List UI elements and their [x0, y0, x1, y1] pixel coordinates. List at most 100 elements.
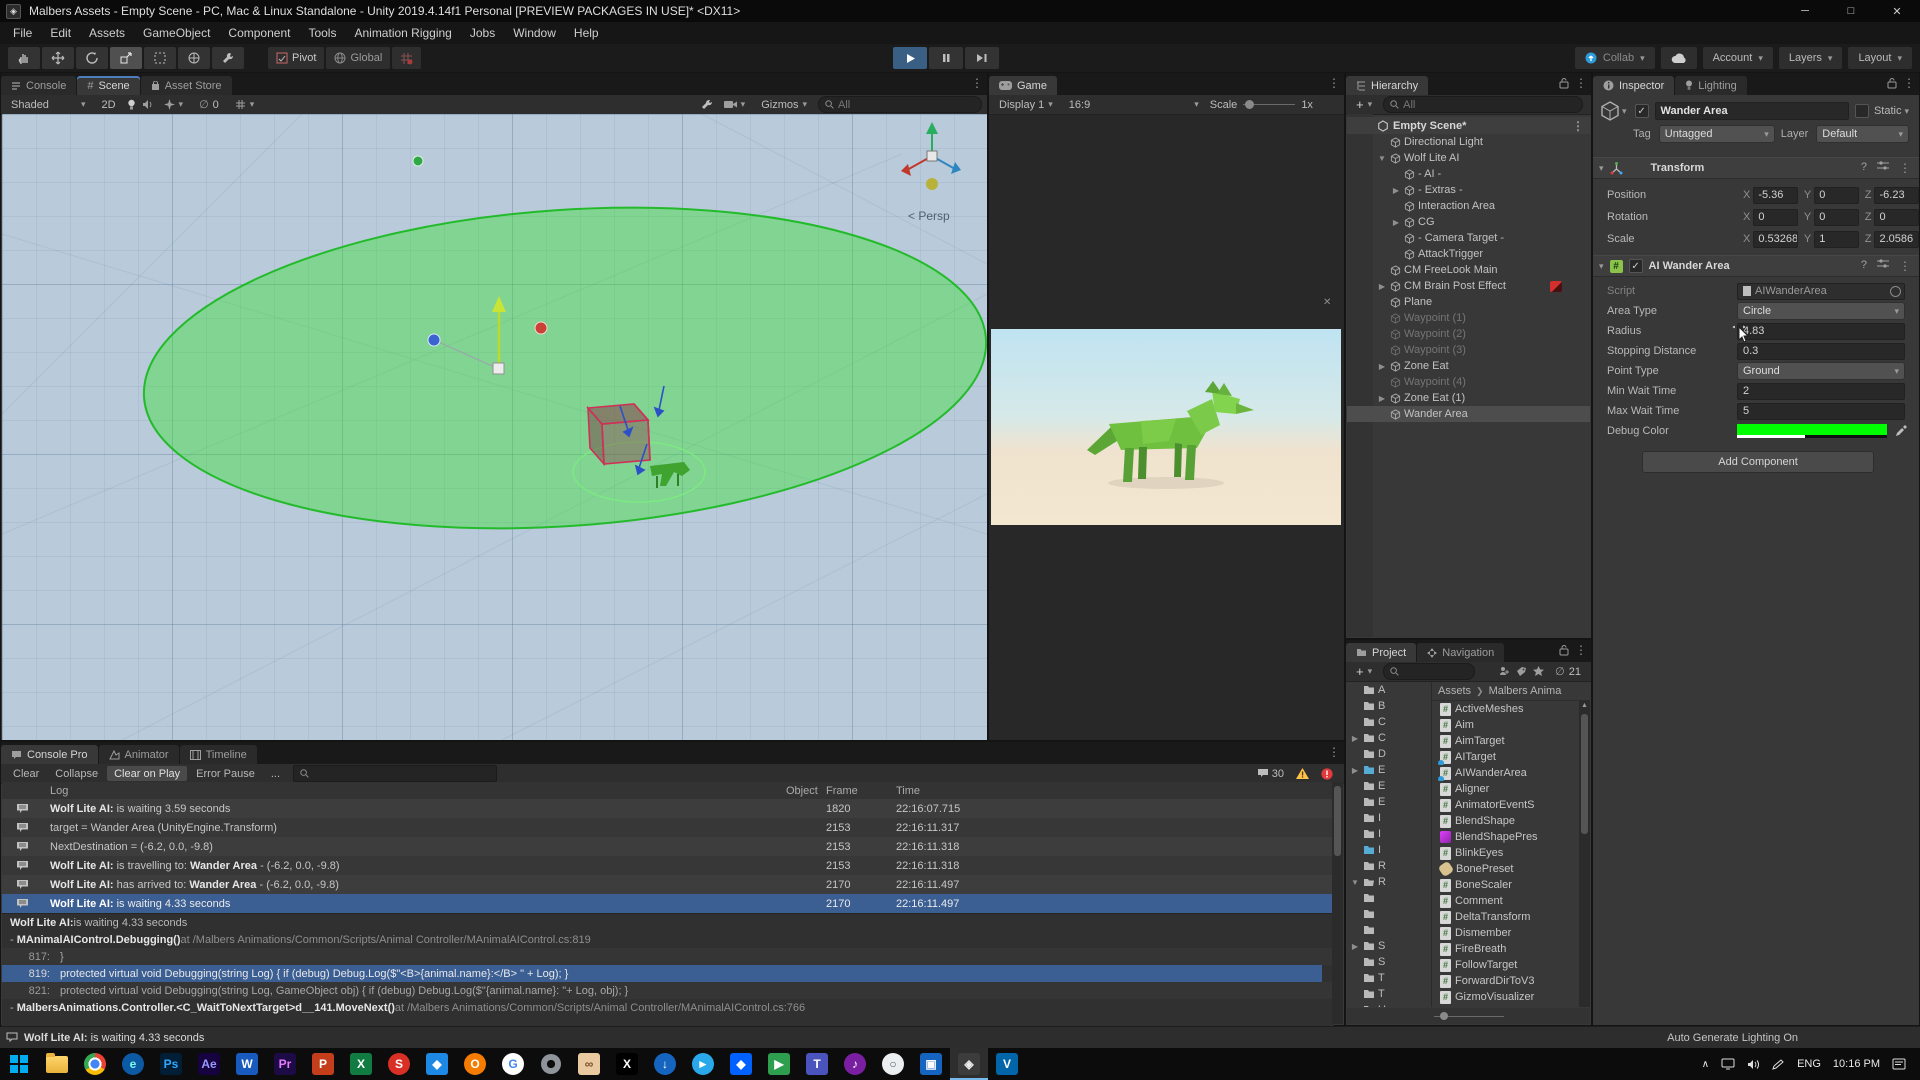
code-line[interactable]: 819:protected virtual void Debugging(str…: [2, 965, 1322, 982]
help-icon[interactable]: ?: [1861, 259, 1867, 273]
component-kebab-icon[interactable]: ⋮: [1899, 259, 1911, 273]
statusbar[interactable]: Wolf Lite AI: is waiting 4.33 seconds Au…: [0, 1026, 1920, 1048]
menu-help[interactable]: Help: [565, 22, 608, 44]
project-create-button[interactable]: +▾: [1351, 664, 1377, 680]
stack-frame-line[interactable]: - MAnimalAIControl.Debugging() at /Malbe…: [2, 931, 1334, 948]
aspect-dropdown[interactable]: 16:9▾: [1064, 97, 1204, 113]
project-folder[interactable]: I: [1347, 842, 1431, 858]
point-type-dropdown[interactable]: Ground▾: [1737, 362, 1905, 380]
project-folder[interactable]: I: [1347, 826, 1431, 842]
project-file[interactable]: #ActiveMeshes: [1432, 701, 1590, 717]
global-toggle[interactable]: Global: [326, 47, 390, 69]
menu-window[interactable]: Window: [504, 22, 565, 44]
hierarchy-search-input[interactable]: All: [1383, 96, 1583, 113]
hierarchy-item[interactable]: - AI -: [1347, 166, 1590, 182]
position-y-field[interactable]: 0: [1814, 187, 1859, 204]
project-file[interactable]: #AimTarget: [1432, 733, 1590, 749]
tray-pen-icon[interactable]: [1772, 1059, 1785, 1070]
windows-start-button[interactable]: [0, 1048, 38, 1080]
console-button-collapse[interactable]: Collapse: [48, 766, 105, 781]
position-z-field[interactable]: -6.23: [1874, 187, 1919, 204]
expand-arrow-icon[interactable]: ▼: [1377, 154, 1387, 163]
project-folder[interactable]: E: [1347, 778, 1431, 794]
project-folder[interactable]: ▼R: [1347, 874, 1431, 890]
project-folder[interactable]: E: [1347, 794, 1431, 810]
console-scrollbar[interactable]: [1332, 782, 1343, 1024]
minimize-button[interactable]: ─: [1782, 0, 1828, 22]
breadcrumb[interactable]: Assets ❯ Malbers Anima: [1432, 682, 1590, 701]
photoshop-icon[interactable]: Ps: [152, 1048, 190, 1080]
tray-display-icon[interactable]: [1721, 1058, 1735, 1070]
project-folder[interactable]: B: [1347, 698, 1431, 714]
hierarchy-item[interactable]: ▶Zone Eat: [1347, 358, 1590, 374]
lock-icon[interactable]: [1559, 644, 1569, 656]
log-row[interactable]: Wolf Lite AI: is waiting 3.59 seconds182…: [2, 799, 1334, 818]
expand-arrow-icon[interactable]: ▶: [1350, 766, 1360, 775]
project-file[interactable]: #BlinkEyes: [1432, 845, 1590, 861]
stack-frame-line[interactable]: - MalbersAnimations.Controller.<C_WaitTo…: [2, 999, 1334, 1016]
after-effects-icon[interactable]: Ae: [190, 1048, 228, 1080]
hierarchy-kebab-icon[interactable]: ⋮: [1575, 76, 1587, 90]
vscode-icon[interactable]: V: [988, 1048, 1026, 1080]
project-folder[interactable]: T: [1347, 970, 1431, 986]
error-count-toggle[interactable]: [1321, 768, 1333, 780]
position-x-field[interactable]: -5.36: [1753, 187, 1798, 204]
gizmos-dropdown[interactable]: Gizmos▾: [756, 97, 812, 113]
hierarchy-scene-root[interactable]: Empty Scene* ⋮: [1347, 117, 1590, 134]
project-file[interactable]: #Dismember: [1432, 925, 1590, 941]
expand-arrow-icon[interactable]: ▶: [1377, 362, 1387, 371]
scale-x-field[interactable]: 0.53268: [1753, 231, 1798, 248]
scene-search-input[interactable]: All: [818, 96, 982, 113]
search-by-type-icon[interactable]: [1499, 666, 1510, 677]
stopping-distance-field[interactable]: 0.3: [1737, 343, 1905, 360]
clock[interactable]: 10:16 PM: [1833, 1058, 1880, 1070]
language-indicator[interactable]: ENG: [1797, 1058, 1821, 1070]
project-scrollbar[interactable]: ▲: [1579, 700, 1590, 1007]
project-folder[interactable]: ▶S: [1347, 938, 1431, 954]
favorites-star-icon[interactable]: [1533, 666, 1544, 677]
create-menu-button[interactable]: +▾: [1351, 97, 1377, 113]
edge-icon[interactable]: e: [114, 1048, 152, 1080]
log-count-toggle[interactable]: 30: [1257, 768, 1284, 780]
expand-arrow-icon[interactable]: ▶: [1350, 942, 1360, 951]
code-line[interactable]: 817:}: [2, 948, 1334, 965]
scene-audio-icon[interactable]: [142, 99, 153, 110]
console-button-...[interactable]: ...: [264, 766, 287, 781]
download-app-icon[interactable]: ↓: [646, 1048, 684, 1080]
ai-wander-area-header[interactable]: ▾ # ✓ AI Wander Area ? ⋮: [1593, 255, 1919, 277]
word-icon[interactable]: W: [228, 1048, 266, 1080]
pause-button[interactable]: [929, 47, 963, 69]
layers-dropdown[interactable]: Layers▾: [1779, 47, 1843, 69]
project-folder[interactable]: U: [1347, 1002, 1431, 1007]
hidden-packages-toggle[interactable]: ∅21: [1550, 664, 1586, 680]
project-file[interactable]: #BoneScaler: [1432, 877, 1590, 893]
expand-arrow-icon[interactable]: ▶: [1377, 282, 1387, 291]
teams-icon[interactable]: T: [798, 1048, 836, 1080]
script-object-field[interactable]: AIWanderArea: [1737, 283, 1905, 300]
project-zoom-slider[interactable]: [1347, 1008, 1590, 1024]
game-viewport[interactable]: [991, 329, 1341, 525]
hierarchy-item[interactable]: CM FreeLook Main: [1347, 262, 1590, 278]
inspector-kebab-icon[interactable]: ⋮: [1903, 76, 1915, 90]
unity-editor-icon[interactable]: ◈: [950, 1048, 988, 1080]
search-by-label-icon[interactable]: [1516, 666, 1527, 677]
scene-root-kebab-icon[interactable]: ⋮: [1572, 119, 1584, 133]
transform-kebab-icon[interactable]: ⋮: [1899, 161, 1911, 175]
hierarchy-item[interactable]: Waypoint (4): [1347, 374, 1590, 390]
tab-console-pro[interactable]: Console Pro: [1, 745, 98, 764]
gameobject-name-field[interactable]: Wander Area: [1655, 102, 1849, 120]
hand-tool-icon[interactable]: [8, 47, 40, 69]
project-file[interactable]: #Aligner: [1432, 781, 1590, 797]
expand-arrow-icon[interactable]: ▶: [1377, 394, 1387, 403]
tab-game[interactable]: Game: [989, 76, 1057, 95]
log-column-header[interactable]: Log: [42, 785, 786, 797]
tab-timeline[interactable]: Timeline: [180, 745, 257, 764]
log-column-header[interactable]: Frame: [826, 785, 896, 797]
tab-lighting[interactable]: Lighting: [1675, 76, 1747, 95]
warning-count-toggle[interactable]: [1296, 768, 1309, 779]
account-dropdown[interactable]: Account▾: [1703, 47, 1773, 69]
project-file[interactable]: #Aim: [1432, 717, 1590, 733]
tab-console[interactable]: Console: [1, 76, 76, 95]
layout-dropdown[interactable]: Layout▾: [1848, 47, 1912, 69]
tray-volume-icon[interactable]: [1747, 1059, 1760, 1070]
